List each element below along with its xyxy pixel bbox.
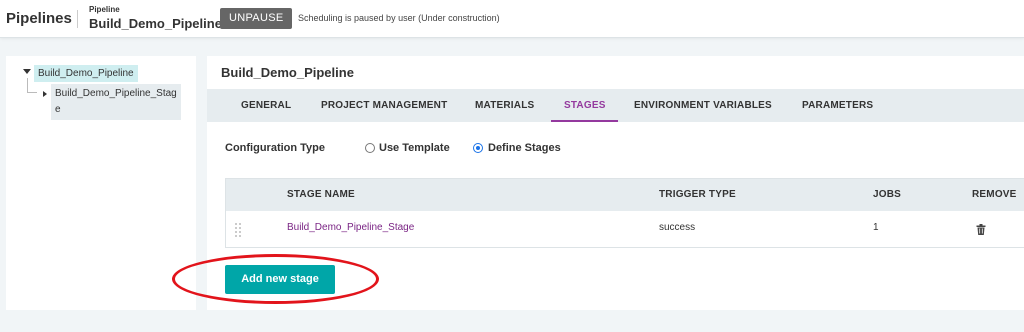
top-header: Pipelines Pipeline Build_Demo_Pipeline U…	[0, 0, 1024, 38]
tree-connector	[27, 78, 28, 92]
jobs-count: 1	[873, 222, 879, 233]
tree-item-stage[interactable]: Build_Demo_Pipeline_Stage	[51, 84, 181, 120]
app-title[interactable]: Pipelines	[6, 10, 72, 27]
use-template-radio[interactable]	[365, 143, 375, 153]
drag-handle-icon[interactable]	[235, 223, 243, 237]
tree-connector	[27, 92, 37, 93]
tab-bar: GENERAL PROJECT MANAGEMENT MATERIALS STA…	[207, 89, 1024, 122]
unpause-button[interactable]: UNPAUSE	[220, 8, 293, 29]
page-title: Build_Demo_Pipeline	[221, 65, 354, 80]
active-tab-indicator	[551, 120, 618, 122]
main-panel: Build_Demo_Pipeline GENERAL PROJECT MANA…	[207, 56, 1024, 310]
column-header-jobs: JOBS	[873, 189, 902, 200]
header-divider	[77, 10, 78, 28]
table-header: STAGE NAME TRIGGER TYPE JOBS REMOVE	[226, 179, 1024, 211]
column-header-stage-name: STAGE NAME	[287, 189, 355, 200]
configuration-type-label: Configuration Type	[225, 142, 326, 154]
pause-status-message: Scheduling is paused by user (Under cons…	[298, 13, 500, 23]
column-header-remove: REMOVE	[972, 189, 1017, 200]
caret-down-icon[interactable]	[23, 69, 31, 74]
stages-table: STAGE NAME TRIGGER TYPE JOBS REMOVE Buil…	[225, 178, 1024, 248]
tab-stages[interactable]: STAGES	[564, 89, 606, 122]
tab-environment-variables[interactable]: ENVIRONMENT VARIABLES	[634, 89, 772, 122]
add-new-stage-button[interactable]: Add new stage	[225, 265, 335, 294]
tab-project-management[interactable]: PROJECT MANAGEMENT	[321, 89, 447, 122]
tab-materials[interactable]: MATERIALS	[475, 89, 534, 122]
tab-general[interactable]: GENERAL	[241, 89, 291, 122]
breadcrumb-label: Pipeline	[89, 5, 120, 14]
trigger-type-value: success	[659, 222, 696, 233]
pipeline-tree-panel: Build_Demo_Pipeline Build_Demo_Pipeline_…	[6, 56, 196, 310]
define-stages-label[interactable]: Define Stages	[488, 142, 561, 154]
stage-name-link[interactable]: Build_Demo_Pipeline_Stage	[287, 211, 414, 244]
tab-parameters[interactable]: PARAMETERS	[802, 89, 873, 122]
column-header-trigger-type: TRIGGER TYPE	[659, 189, 736, 200]
caret-right-icon[interactable]	[43, 91, 47, 97]
pipeline-name: Build_Demo_Pipeline	[89, 16, 222, 31]
define-stages-radio[interactable]	[473, 143, 483, 153]
trash-icon[interactable]	[976, 224, 986, 235]
tree-item-pipeline[interactable]: Build_Demo_Pipeline	[34, 65, 138, 82]
use-template-label[interactable]: Use Template	[379, 142, 450, 154]
